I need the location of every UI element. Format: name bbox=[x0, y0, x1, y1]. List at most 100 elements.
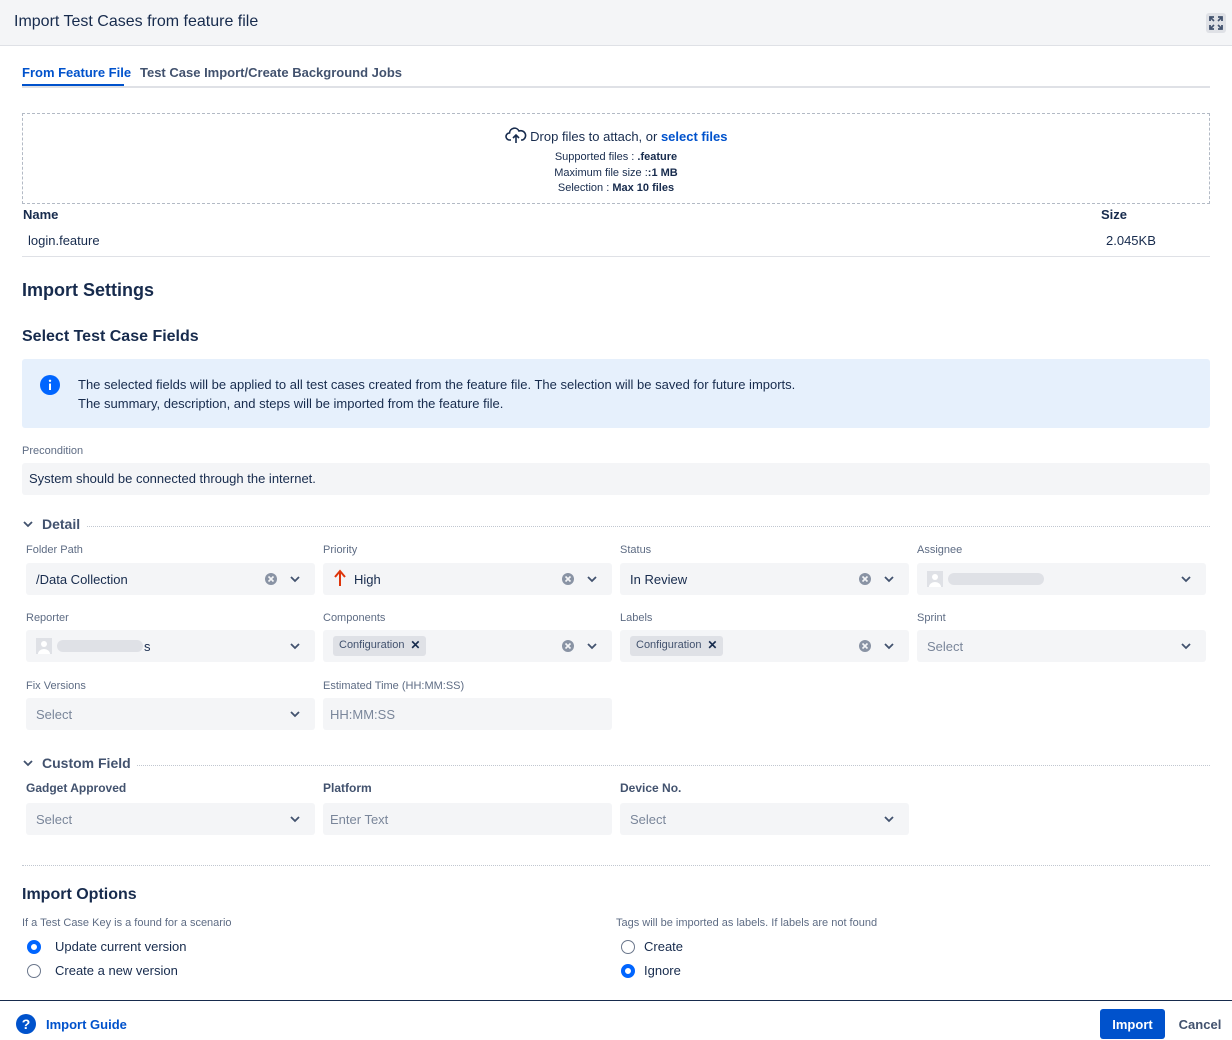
gadget-approved-select[interactable]: Select bbox=[26, 803, 315, 835]
chevron-down-icon[interactable] bbox=[1180, 573, 1192, 585]
section-divider bbox=[22, 865, 1210, 866]
radio-button[interactable] bbox=[621, 964, 635, 978]
reporter-select[interactable]: s bbox=[26, 630, 315, 662]
radio-label: Update current version bbox=[55, 939, 187, 954]
precondition-label: Precondition bbox=[22, 445, 84, 457]
radio-button[interactable] bbox=[621, 940, 635, 954]
clear-icon[interactable] bbox=[858, 572, 872, 586]
radio-label: Ignore bbox=[644, 963, 681, 978]
import-settings-title: Import Settings bbox=[22, 280, 155, 300]
platform-label: Platform bbox=[323, 781, 372, 795]
detail-section-rule bbox=[42, 526, 1210, 527]
estimated-time-label: Estimated Time (HH:MM:SS) bbox=[323, 680, 465, 692]
file-size: 2.045KB bbox=[1106, 233, 1156, 248]
priority-value: High bbox=[354, 572, 381, 587]
components-select[interactable]: Configuration ✕ bbox=[323, 630, 612, 662]
clear-icon[interactable] bbox=[561, 639, 575, 653]
chevron-down-icon[interactable] bbox=[289, 573, 301, 585]
fix-versions-select[interactable]: Select bbox=[26, 698, 315, 730]
assignee-redacted bbox=[948, 573, 1044, 585]
clear-icon[interactable] bbox=[561, 572, 575, 586]
gadget-approved-placeholder: Select bbox=[36, 812, 73, 827]
expand-icon[interactable] bbox=[1206, 13, 1226, 33]
folder-path-value: /Data Collection bbox=[36, 572, 128, 587]
import-options-title: Import Options bbox=[22, 886, 137, 903]
estimated-time-input[interactable]: HH:MM:SS bbox=[323, 698, 612, 730]
detail-section-header[interactable]: Detail bbox=[22, 515, 1210, 535]
selection-value: Max 10 files bbox=[612, 182, 675, 194]
file-dropzone[interactable]: Drop files to attach, or select files Su… bbox=[22, 113, 1210, 204]
custom-field-section-title: Custom Field bbox=[42, 755, 137, 771]
supported-files: Supported files : .feature bbox=[23, 151, 1209, 163]
sprint-select[interactable]: Select bbox=[917, 630, 1206, 662]
chevron-down-icon[interactable] bbox=[586, 573, 598, 585]
detail-section-title: Detail bbox=[42, 516, 87, 532]
tab-background-jobs[interactable]: Test Case Import/Create Background Jobs bbox=[140, 65, 402, 80]
chevron-down-icon[interactable] bbox=[883, 640, 895, 652]
labels-select[interactable]: Configuration ✕ bbox=[620, 630, 909, 662]
priority-label: Priority bbox=[323, 544, 358, 556]
column-header-name: Name bbox=[23, 207, 59, 222]
tab-bar: From Feature File Test Case Import/Creat… bbox=[22, 62, 1210, 88]
tags-question: Tags will be imported as labels. If labe… bbox=[616, 917, 878, 929]
selection-limit: Selection : Max 10 files bbox=[23, 182, 1209, 194]
remove-chip-icon[interactable]: ✕ bbox=[410, 638, 420, 652]
column-header-size: Size bbox=[1101, 207, 1128, 222]
chevron-down-icon[interactable] bbox=[1180, 640, 1192, 652]
supported-files-label: Supported files : bbox=[554, 151, 635, 163]
device-no-select[interactable]: Select bbox=[620, 803, 909, 835]
import-guide-link[interactable]: Import Guide bbox=[46, 1017, 127, 1032]
info-text-line-1: The selected fields will be applied to a… bbox=[78, 377, 796, 392]
tab-from-feature-file[interactable]: From Feature File bbox=[22, 65, 131, 80]
chevron-down-icon[interactable] bbox=[883, 813, 895, 825]
info-text-line-2: The summary, description, and steps will… bbox=[78, 396, 504, 411]
chevron-down-icon[interactable] bbox=[883, 573, 895, 585]
custom-field-section-rule bbox=[42, 765, 1210, 766]
component-chip-label: Configuration bbox=[339, 639, 405, 651]
max-file-size-value: :1 MB bbox=[647, 167, 678, 179]
test-case-key-question: If a Test Case Key is a found for a scen… bbox=[22, 917, 232, 929]
sprint-placeholder: Select bbox=[927, 639, 964, 654]
remove-chip-icon[interactable]: ✕ bbox=[707, 638, 717, 652]
cloud-upload-icon bbox=[504, 127, 526, 143]
assignee-select[interactable] bbox=[917, 563, 1206, 595]
radio-button[interactable] bbox=[27, 964, 41, 978]
priority-high-icon bbox=[334, 569, 346, 586]
custom-field-section-header[interactable]: Custom Field bbox=[22, 754, 1210, 774]
chevron-down-icon[interactable] bbox=[289, 640, 301, 652]
radio-button[interactable] bbox=[27, 940, 41, 954]
chevron-down-icon[interactable] bbox=[586, 640, 598, 652]
gadget-approved-label: Gadget Approved bbox=[26, 781, 127, 795]
avatar-icon bbox=[927, 571, 943, 587]
import-button[interactable]: Import bbox=[1100, 1009, 1165, 1039]
folder-path-label: Folder Path bbox=[26, 544, 83, 556]
file-name: login.feature bbox=[28, 233, 100, 248]
select-fields-title: Select Test Case Fields bbox=[22, 328, 199, 345]
labels-label: Labels bbox=[620, 612, 653, 624]
info-banner: The selected fields will be applied to a… bbox=[22, 359, 1210, 428]
dropzone-text: Drop files to attach, or bbox=[530, 129, 658, 144]
clear-icon[interactable] bbox=[858, 639, 872, 653]
chevron-down-icon[interactable] bbox=[289, 708, 301, 720]
cancel-button[interactable]: Cancel bbox=[1172, 1009, 1228, 1039]
platform-input[interactable]: Enter Text bbox=[323, 803, 612, 835]
assignee-label: Assignee bbox=[917, 544, 963, 556]
sprint-label: Sprint bbox=[917, 612, 946, 624]
chevron-down-icon[interactable] bbox=[289, 813, 301, 825]
clear-icon[interactable] bbox=[264, 572, 278, 586]
avatar-icon bbox=[36, 638, 52, 654]
estimated-time-placeholder: HH:MM:SS bbox=[330, 707, 395, 722]
fix-versions-label: Fix Versions bbox=[26, 680, 86, 692]
priority-select[interactable]: High bbox=[323, 563, 612, 595]
folder-path-select[interactable]: /Data Collection bbox=[26, 563, 315, 595]
status-value: In Review bbox=[630, 572, 688, 587]
dialog-title: Import Test Cases from feature file bbox=[14, 13, 259, 30]
precondition-field[interactable]: System should be connected through the i… bbox=[22, 463, 1210, 495]
chevron-down-icon bbox=[23, 760, 33, 767]
select-files-link[interactable]: select files bbox=[661, 129, 728, 144]
status-select[interactable]: In Review bbox=[620, 563, 909, 595]
active-tab-indicator bbox=[22, 84, 124, 86]
max-file-size: Maximum file size ::1 MB bbox=[23, 167, 1209, 179]
help-icon[interactable]: ? bbox=[16, 1014, 36, 1034]
reporter-suffix: s bbox=[144, 639, 151, 654]
